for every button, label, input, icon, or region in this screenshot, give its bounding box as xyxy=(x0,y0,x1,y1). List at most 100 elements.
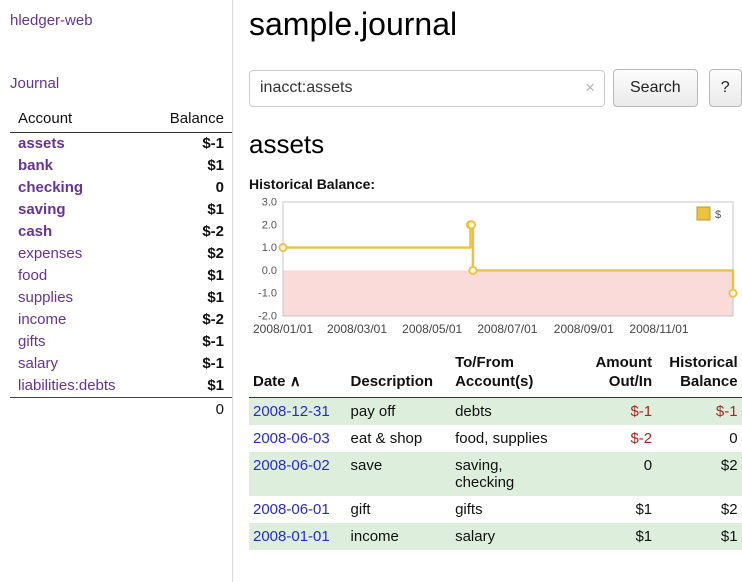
accounts-total-value: 0 xyxy=(147,398,232,422)
svg-text:2008/07/01: 2008/07/01 xyxy=(477,322,537,336)
transaction-description: income xyxy=(347,523,452,550)
account-row-checking: checking 0 xyxy=(10,177,232,199)
transaction-amount: $-1 xyxy=(584,397,656,425)
transaction-row: 2008-06-03 eat & shop food, supplies $-2… xyxy=(249,425,742,452)
help-button[interactable]: ? xyxy=(709,69,742,107)
svg-text:2.0: 2.0 xyxy=(262,219,277,231)
account-balance-saving: $1 xyxy=(147,199,232,221)
header-balance-line2: Balance xyxy=(680,373,738,390)
accounts-header-account: Account xyxy=(10,108,147,133)
header-description: Description xyxy=(347,352,452,397)
transaction-date-link[interactable]: 2008-06-02 xyxy=(253,457,330,474)
account-link-food[interactable]: food xyxy=(18,267,47,284)
transaction-amount: $1 xyxy=(584,523,656,550)
account-link-supplies[interactable]: supplies xyxy=(18,289,73,306)
chart-title: Historical Balance: xyxy=(249,176,742,192)
svg-text:3.0: 3.0 xyxy=(262,197,277,209)
main-content: sample.journal × Search ? assets Histori… xyxy=(233,0,742,582)
accounts-header-balance: Balance xyxy=(147,108,232,133)
transaction-accounts: gifts xyxy=(451,496,584,523)
svg-text:-2.0: -2.0 xyxy=(258,311,277,323)
account-balance-supplies: $1 xyxy=(147,287,232,309)
account-balance-checking: 0 xyxy=(147,177,232,199)
transaction-row: 2008-01-01 income salary $1 $1 xyxy=(249,523,742,550)
balance-chart-svg: 3.02.01.00.0-1.0-2.02008/01/012008/03/01… xyxy=(249,196,741,348)
transaction-row: 2008-06-02 save saving, checking 0 $2 xyxy=(249,452,742,496)
transaction-accounts: food, supplies xyxy=(451,425,584,452)
account-link-liabilities-debts[interactable]: liabilities:debts xyxy=(18,377,116,394)
header-accounts-line1: To/From xyxy=(455,354,514,371)
svg-text:1.0: 1.0 xyxy=(262,242,277,254)
transaction-date-link[interactable]: 2008-06-03 xyxy=(253,430,330,447)
svg-text:2008/01/01: 2008/01/01 xyxy=(253,322,313,336)
account-link-saving[interactable]: saving xyxy=(18,201,66,218)
svg-text:2008/11/01: 2008/11/01 xyxy=(629,322,688,336)
transaction-date-link[interactable]: 2008-06-01 xyxy=(253,501,330,518)
svg-text:$: $ xyxy=(715,209,721,221)
account-balance-liabilities-debts: $1 xyxy=(147,375,232,398)
journal-nav: Journal xyxy=(10,75,232,92)
app-title: hledger-web xyxy=(10,12,232,29)
app-window: hledger-web Journal Account Balance asse… xyxy=(0,0,742,582)
sort-asc-icon[interactable]: ∧ xyxy=(290,373,301,390)
app-title-link[interactable]: hledger-web xyxy=(10,12,93,29)
header-date[interactable]: Date ∧ xyxy=(249,352,347,397)
header-accounts: To/From Account(s) xyxy=(451,352,584,397)
account-link-assets[interactable]: assets xyxy=(18,135,65,152)
transaction-row: 2008-12-31 pay off debts $-1 $-1 xyxy=(249,397,742,425)
transaction-balance: $2 xyxy=(656,496,741,523)
account-row-cash: cash $-2 xyxy=(10,221,232,243)
account-row-bank: bank $1 xyxy=(10,155,232,177)
header-amount-line2: Out/In xyxy=(609,373,652,390)
svg-text:2008/05/01: 2008/05/01 xyxy=(402,322,462,336)
account-heading: assets xyxy=(249,129,742,160)
journal-link[interactable]: Journal xyxy=(10,75,59,92)
account-row-supplies: supplies $1 xyxy=(10,287,232,309)
transaction-balance: 0 xyxy=(656,425,741,452)
account-row-gifts: gifts $-1 xyxy=(10,331,232,353)
account-balance-bank: $1 xyxy=(147,155,232,177)
svg-text:-1.0: -1.0 xyxy=(258,288,277,300)
account-link-income[interactable]: income xyxy=(18,311,66,328)
transaction-description: eat & shop xyxy=(347,425,452,452)
account-balance-income: $-2 xyxy=(147,309,232,331)
account-row-salary: salary $-1 xyxy=(10,353,232,375)
register-header-row: Date ∧ Description To/From Account(s) Am… xyxy=(249,352,742,397)
account-link-salary[interactable]: salary xyxy=(18,355,58,372)
transaction-date-link[interactable]: 2008-12-31 xyxy=(253,403,330,420)
transaction-amount: $1 xyxy=(584,496,656,523)
transaction-balance: $1 xyxy=(656,523,741,550)
transaction-balance: $2 xyxy=(656,452,741,496)
svg-text:2008/03/01: 2008/03/01 xyxy=(327,322,387,336)
clear-search-icon[interactable]: × xyxy=(585,78,595,98)
search-form: × Search ? xyxy=(249,69,742,107)
transaction-description: pay off xyxy=(347,397,452,425)
account-balance-assets: $-1 xyxy=(147,133,232,156)
header-balance-line1: Historical xyxy=(669,354,737,371)
accounts-total-row: 0 xyxy=(10,398,232,422)
account-link-gifts[interactable]: gifts xyxy=(18,333,46,350)
account-row-income: income $-2 xyxy=(10,309,232,331)
header-date-label: Date xyxy=(253,373,286,390)
transaction-accounts: saving, checking xyxy=(451,452,584,496)
transaction-date-link[interactable]: 2008-01-01 xyxy=(253,528,330,545)
search-box: × xyxy=(249,70,605,107)
account-link-cash[interactable]: cash xyxy=(18,223,52,240)
account-balance-food: $1 xyxy=(147,265,232,287)
transaction-description: save xyxy=(347,452,452,496)
account-link-checking[interactable]: checking xyxy=(18,179,83,196)
account-balance-cash: $-2 xyxy=(147,221,232,243)
transaction-accounts: debts xyxy=(451,397,584,425)
search-button[interactable]: Search xyxy=(613,69,698,107)
transaction-amount: $-2 xyxy=(584,425,656,452)
transaction-amount: 0 xyxy=(584,452,656,496)
account-link-bank[interactable]: bank xyxy=(18,157,53,174)
header-balance: Historical Balance xyxy=(656,352,741,397)
account-balance-salary: $-1 xyxy=(147,353,232,375)
search-input[interactable] xyxy=(249,70,605,107)
register-table: Date ∧ Description To/From Account(s) Am… xyxy=(249,352,742,550)
account-link-expenses[interactable]: expenses xyxy=(18,245,82,262)
account-balance-expenses: $2 xyxy=(147,243,232,265)
transaction-accounts: salary xyxy=(451,523,584,550)
account-row-expenses: expenses $2 xyxy=(10,243,232,265)
